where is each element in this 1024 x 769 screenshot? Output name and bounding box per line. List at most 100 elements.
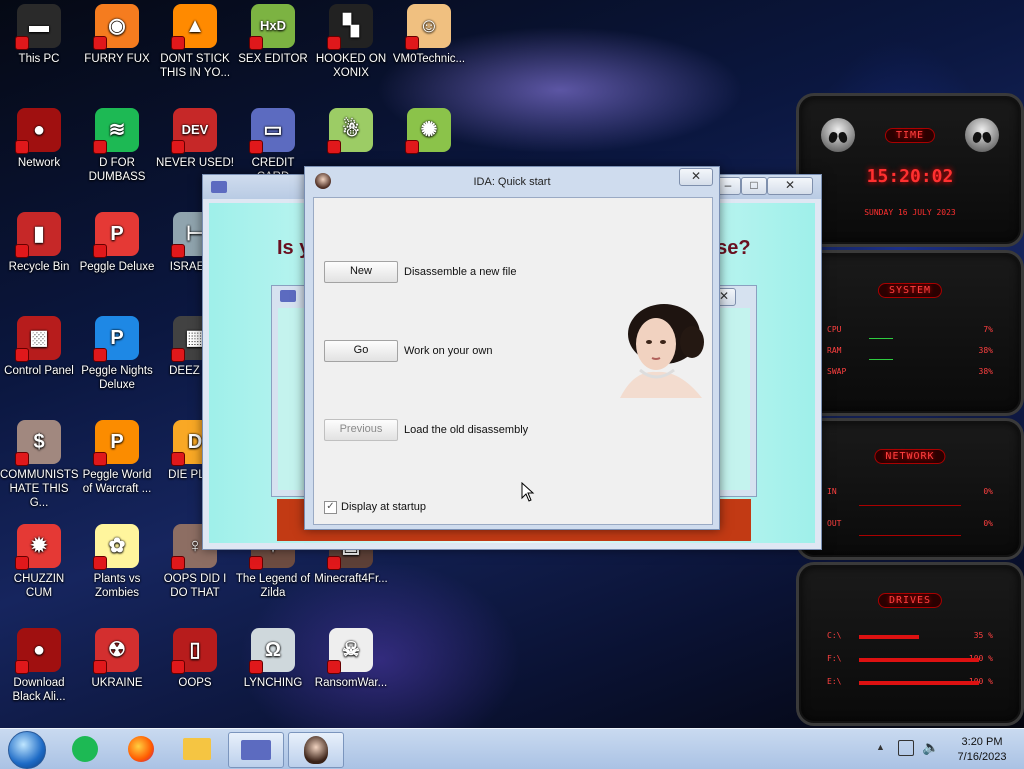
shortcut-badge-icon [171,140,185,154]
swap-graph-line [869,359,893,360]
shortcut-badge-icon [171,244,185,258]
desktop-icon-label: Peggle Nights Deluxe [81,365,153,391]
desktop-icon[interactable]: ▚ HOOKED ON XONIX [312,4,390,80]
spotify-icon [72,736,98,762]
shortcut-badge-icon [15,140,29,154]
spotify-icon: ≋ [93,108,139,154]
ida-quickstart-dialog[interactable]: IDA: Quick start ✕ New Disassemble a new… [304,166,720,530]
desktop-icon[interactable]: DEV NEVER USED! [156,108,234,170]
desktop-icon[interactable]: ☠ RansomWar... [312,628,390,690]
alien-head-icon [965,118,999,152]
alien-head-icon [821,118,855,152]
shortcut-badge-icon [327,36,341,50]
net-in-label: IN [827,487,837,496]
pvz-flower-icon: ✿ [93,524,139,570]
taskbar-ida[interactable] [288,732,344,768]
desktop-icon[interactable]: ✺ [390,108,468,156]
vlc-cone-icon: ▲ [171,4,217,50]
cpu-label: CPU [827,325,842,334]
desktop-icon[interactable]: HxD SEX EDITOR [234,4,312,66]
desktop-icon-label: LYNCHING [243,677,303,689]
desktop-icon[interactable]: ▭CREDIT CARD [234,108,312,184]
desktop-icon-label: Download Black Ali... [12,677,66,703]
close-button[interactable]: ✕ [767,177,813,195]
drive-f-bar [859,658,979,662]
desktop-icon[interactable]: P Peggle Nights Deluxe [78,316,156,392]
shortcut-badge-icon [171,660,185,674]
radiation-icon: ☢ [93,628,139,674]
desktop-icon[interactable]: ▩ Control Panel [0,316,78,378]
money-bag-icon: $ [15,420,61,466]
desktop-icon[interactable]: ▲ DONT STICK THIS IN YO... [156,4,234,80]
desktop-icon[interactable]: ☃ [312,108,390,156]
desktop-icon[interactable]: $ COMMUNISTS HATE THIS G... [0,420,79,510]
go-button[interactable]: Go [324,340,398,362]
desktop-icon-label: COMMUNISTS HATE THIS G... [0,469,79,509]
dialog-close-button[interactable]: ✕ [679,168,713,186]
desktop-icon[interactable]: ● Download Black Ali... [0,628,78,704]
devcpp-icon: DEV [171,108,217,154]
shortcut-badge-icon [405,140,419,154]
shortcut-badge-icon [15,660,29,674]
hex-editor-icon: HxD [249,4,295,50]
system-widget-title: SYSTEM [877,283,943,298]
ram-label: RAM [827,346,842,355]
taskbar-firefox[interactable] [114,732,168,766]
swap-label: SWAP [827,367,847,376]
dialog-body: New Disassemble a new file Go Work on yo… [313,197,713,525]
alienware-network-icon: ● [15,108,61,154]
network-widget-title: NETWORK [874,449,946,464]
new-button[interactable]: New [324,261,398,283]
maximize-button[interactable]: □ [741,177,767,195]
desktop-icon[interactable]: ◉ FURRY FUX [78,4,156,66]
system-widget: SYSTEM CPU 7% RAM 38% SWAP 38% [796,250,1024,416]
recycle-bin-icon: ▮ [15,212,61,258]
desktop-icon[interactable]: ☢ UKRAINE [78,628,156,690]
shortcut-badge-icon [93,348,107,362]
desktop-icon[interactable]: ≋ D FOR DUMBASS [78,108,156,184]
go-description: Work on your own [404,345,493,357]
volume-icon[interactable]: 🔈 [922,739,939,756]
drive-e-label: E:\ [827,677,842,686]
computer-icon: ▬ [15,4,61,50]
network-widget: NETWORK IN 0% OUT 0% [796,418,1024,560]
show-hidden-icons-arrow-icon[interactable]: ▲ [876,742,885,752]
shortcut-badge-icon [93,556,107,570]
desktop-icon[interactable]: ● Network [0,108,78,170]
desktop-icon[interactable]: Ω LYNCHING [234,628,312,690]
portrait-frame-icon: ▯ [171,628,217,674]
taskbar-clock[interactable]: 3:20 PM 7/16/2023 [952,735,1012,765]
credit-card-app-icon [241,740,271,760]
desktop: ▬ This PC ◉ FURRY FUX ▲ DONT STICK THIS IN YO… [0,0,1024,728]
taskbar-file-explorer[interactable] [170,732,224,766]
swap-value: 38% [978,367,993,376]
display-at-startup-checkbox[interactable]: ✓ [324,501,337,514]
peggle-nights-icon: P [93,316,139,362]
start-button[interactable] [8,731,46,769]
desktop-icon[interactable]: ✿ Plants vs Zombies [78,524,156,600]
previous-button[interactable]: Previous [324,419,398,441]
lime-icon: ✺ [405,108,451,154]
desktop-icon[interactable]: ▮ Recycle Bin [0,212,78,274]
desktop-icon[interactable]: P Peggle World of Warcraft ... [78,420,156,496]
shortcut-badge-icon [249,660,263,674]
shortcut-badge-icon [93,36,107,50]
desktop-icon-label: DONT STICK THIS IN YO... [159,53,231,79]
taskbar-credit-card-app[interactable] [228,732,284,768]
shortcut-badge-icon [249,556,263,570]
desktop-icon[interactable]: ☺ VM0Technic... [390,4,468,66]
dialog-titlebar[interactable]: IDA: Quick start ✕ [305,167,719,195]
shortcut-badge-icon [327,556,341,570]
desktop-icon[interactable]: ✹ CHUZZIN CUM [0,524,78,600]
network-tray-icon[interactable] [898,740,914,756]
desktop-icon[interactable]: ▬ This PC [0,4,78,66]
taskbar-spotify[interactable] [58,732,112,766]
desktop-icon[interactable]: ▯ OOPS [156,628,234,690]
net-out-label: OUT [827,519,842,528]
doctor-avatar-icon: ☺ [405,4,451,50]
desktop-icon[interactable]: P Peggle Deluxe [78,212,156,274]
desktop-icon-label: FURRY FUX [84,53,150,65]
shortcut-badge-icon [93,140,107,154]
ram-value: 38% [978,346,993,355]
drive-e-bar [859,681,979,685]
